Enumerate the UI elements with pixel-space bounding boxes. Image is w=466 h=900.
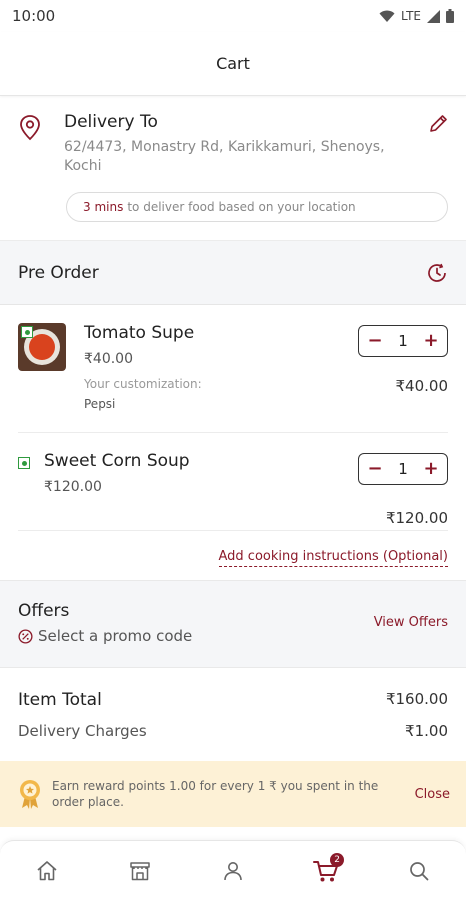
delivery-charges-value: ₹1.00 [405,722,448,740]
quantity-value: 1 [398,332,408,350]
cart-count-badge: 2 [330,852,345,867]
item-thumbnail [18,323,66,371]
nav-home[interactable] [27,851,67,891]
quantity-stepper: − 1 + [358,325,448,357]
signal-icon [427,9,440,23]
search-icon [410,861,429,880]
cart-items: Tomato Supe ₹40.00 Your customization: P… [0,305,466,531]
bill-summary: Item Total ₹160.00 Delivery Charges ₹1.0… [0,668,466,740]
customization-label: Your customization: [84,377,202,391]
item-line-total: ₹120.00 [385,509,448,527]
veg-icon [18,457,30,469]
reward-close-button[interactable]: Close [415,787,450,802]
item-name: Tomato Supe [84,323,195,343]
quantity-stepper: − 1 + [358,453,448,485]
customization-value: Pepsi [84,397,116,411]
decrease-button[interactable]: − [367,460,383,478]
decrease-button[interactable]: − [367,332,383,350]
item-total-label: Item Total [18,690,102,710]
item-details: Tomato Supe ₹40.00 Your customization: P… [84,323,202,416]
award-icon [20,780,40,809]
reward-text: Earn reward points 1.00 for every 1 ₹ yo… [52,779,379,809]
promo-code-text: Select a promo code [38,627,193,645]
store-icon [130,861,150,880]
clock-icon[interactable] [426,262,448,284]
network-label: LTE [401,9,421,23]
cooking-instructions-row: Add cooking instructions (Optional) [0,531,466,580]
status-bar: 10:00 LTE [0,0,466,32]
nav-search[interactable] [399,851,439,891]
delivery-address: 62/4473, Monastry Rd, Karikkamuri, Sheno… [64,139,385,174]
cart-item: Sweet Corn Soup ₹120.00 − 1 + ₹120.00 [18,433,448,531]
delivery-charges-row: Delivery Charges ₹1.00 [18,722,448,740]
nav-cart[interactable]: 2 [306,851,346,891]
wifi-icon [379,10,395,22]
quantity-value: 1 [398,460,408,478]
delivery-charges-label: Delivery Charges [18,722,147,740]
item-details: Sweet Corn Soup ₹120.00 [44,451,190,530]
profile-icon [224,861,242,880]
nav-store[interactable] [120,851,160,891]
page-title: Cart [216,54,250,73]
item-line-total: ₹40.00 [395,377,449,395]
item-price: ₹40.00 [84,351,133,367]
view-offers-link[interactable]: View Offers [374,615,448,630]
cooking-instructions-link[interactable]: Add cooking instructions (Optional) [218,549,448,567]
home-icon [37,860,57,880]
increase-button[interactable]: + [423,460,439,478]
reward-banner: Earn reward points 1.00 for every 1 ₹ yo… [0,761,466,827]
delivery-info: Delivery To 62/4473, Monastry Rd, Karikk… [64,112,424,176]
increase-button[interactable]: + [423,332,439,350]
location-pin-icon [20,115,40,141]
item-price: ₹120.00 [44,479,102,495]
veg-icon [21,326,33,338]
bottom-nav: 2 [0,840,466,900]
edit-pencil-icon[interactable] [428,114,448,134]
cart-item: Tomato Supe ₹40.00 Your customization: P… [18,305,448,433]
promo-icon [18,628,33,644]
status-time: 10:00 [12,7,56,25]
preorder-title: Pre Order [18,262,99,283]
nav-profile[interactable] [213,851,253,891]
eta-minutes: 3 mins [83,200,124,214]
status-icons: LTE [379,9,454,23]
item-total-value: ₹160.00 [385,690,448,708]
item-total-row: Item Total ₹160.00 [18,690,448,710]
eta-pill: 3 mins to deliver food based on your loc… [66,192,448,222]
delivery-title: Delivery To [64,112,158,132]
delivery-section: Delivery To 62/4473, Monastry Rd, Karikk… [0,96,466,241]
item-name: Sweet Corn Soup [44,451,190,471]
battery-icon [446,9,454,23]
delivery-row: Delivery To 62/4473, Monastry Rd, Karikk… [18,112,448,176]
preorder-bar[interactable]: Pre Order [0,241,466,305]
eta-text: to deliver food based on your location [127,200,356,214]
app-header: Cart [0,32,466,96]
offers-section: Offers Select a promo code View Offers [0,580,466,668]
